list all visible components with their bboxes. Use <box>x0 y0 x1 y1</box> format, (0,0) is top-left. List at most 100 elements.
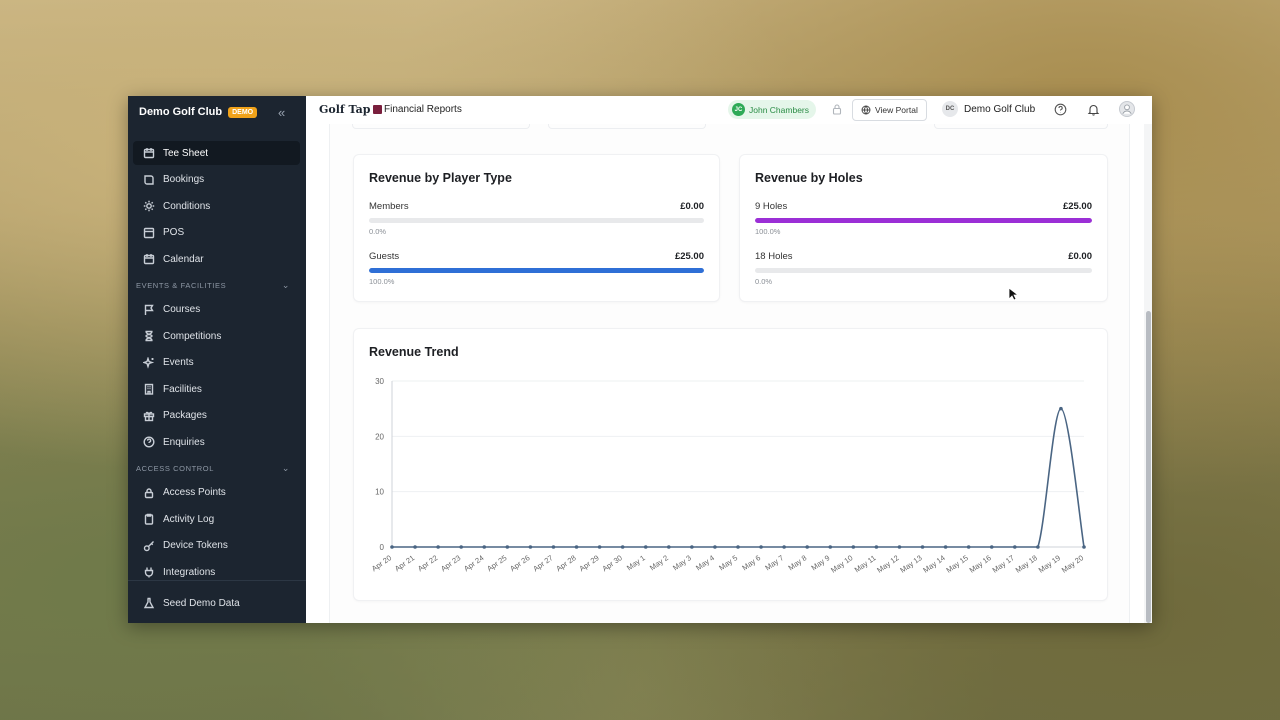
revenue-trend-chart: 0102030Apr 20 Apr 21 Apr 22 Apr 23 Apr 24 Apr… <box>370 377 1086 575</box>
data-point <box>574 545 579 549</box>
y-tick-label: 10 <box>375 488 384 497</box>
x-tick-label: May 7 <box>763 553 785 572</box>
key-icon <box>143 540 154 551</box>
data-point <box>920 545 925 549</box>
help-circle-icon[interactable] <box>1054 103 1067 116</box>
sidebar-item-label: Integrations <box>163 566 216 578</box>
x-tick-label: May 1 <box>625 553 647 572</box>
revenue-row-members: Members £0.00 0.0% <box>369 201 704 236</box>
sidebar-item-label: Courses <box>163 304 201 315</box>
sidebar-item-packages[interactable]: Packages <box>133 404 300 428</box>
club-avatar: DC <box>942 101 958 117</box>
summary-card-stub <box>352 124 530 129</box>
data-point <box>782 545 786 549</box>
sidebar-item-conditions[interactable]: Conditions <box>133 194 300 218</box>
sidebar-item-label: Events <box>163 357 194 368</box>
row-percent: 100.0% <box>755 227 781 236</box>
chevron-down-icon: ⌄ <box>281 463 290 473</box>
progress-track <box>369 268 704 273</box>
sidebar-item-label: Seed Demo Data <box>163 597 240 609</box>
x-tick-label: Apr 30 <box>601 553 624 573</box>
club-switcher-label: Demo Golf Club <box>964 103 1036 115</box>
summary-card-stub <box>934 124 1108 129</box>
row-percent: 100.0% <box>369 277 395 286</box>
data-point <box>897 545 902 549</box>
club-switcher[interactable]: DC Demo Golf Club <box>942 101 1035 117</box>
user-avatar-icon[interactable] <box>1119 101 1135 117</box>
sidebar-item-pos[interactable]: POS <box>133 221 300 245</box>
view-portal-button[interactable]: View Portal <box>852 99 927 121</box>
golf-tap-logo[interactable]: Golf Tap <box>319 103 383 116</box>
data-point <box>1036 545 1040 549</box>
revenue-trend-card: Revenue Trend 0 10 20 30 Apr 20 Apr 21 Apr 22 A… <box>353 328 1108 601</box>
demo-badge: DEMO <box>228 106 258 118</box>
progress-track <box>369 218 704 223</box>
sidebar-item-label: Calendar <box>163 253 204 265</box>
data-point <box>390 545 394 549</box>
row-amount: £0.00 <box>1068 251 1092 262</box>
y-tick-label: 20 <box>375 432 384 441</box>
sidebar-item-device-tokens[interactable]: Device Tokens <box>133 534 300 558</box>
page-title: Financial Reports <box>384 104 462 115</box>
data-point <box>1013 545 1017 549</box>
x-tick-label: May 9 <box>810 553 832 572</box>
bell-icon[interactable] <box>1087 103 1100 116</box>
data-point <box>667 545 671 549</box>
sidebar-item-tee-sheet[interactable]: Tee Sheet <box>133 141 300 165</box>
revenue-row-18-holes: 18 Holes £0.00 0.0% <box>755 251 1092 286</box>
data-point <box>505 545 510 549</box>
hourglass-icon <box>145 330 153 342</box>
x-tick-label: May 6 <box>740 553 762 572</box>
sidebar-item-competitions[interactable]: Competitions <box>133 324 300 348</box>
progress-fill <box>369 268 704 273</box>
sidebar-item-label: Activity Log <box>163 513 215 525</box>
sidebar-item-label: Enquiries <box>163 436 205 448</box>
sidebar-item-activity-log[interactable]: Activity Log <box>133 507 300 531</box>
row-label: Guests <box>369 251 400 262</box>
x-tick-label: May 8 <box>786 553 808 572</box>
sidebar-item-calendar[interactable]: Calendar <box>133 247 300 271</box>
lock-icon[interactable] <box>832 104 842 115</box>
data-point <box>597 545 602 549</box>
data-point <box>643 545 648 549</box>
data-point <box>736 545 740 549</box>
sidebar-brand[interactable]: Demo Golf Club DEMO <box>139 106 258 118</box>
clipboard-icon <box>144 513 154 525</box>
section-events-facilities[interactable]: EVENTS & FACILITIES ⌄ <box>133 274 300 298</box>
revenue-by-holes-card: Revenue by Holes 9 Holes £25.00 100.0% 1… <box>739 154 1108 302</box>
sidebar-item-facilities[interactable]: Facilities <box>133 377 300 401</box>
help-circle-icon <box>143 436 155 448</box>
collapse-sidebar-icon[interactable]: « <box>278 105 285 120</box>
x-tick-label: May 5 <box>717 553 739 572</box>
x-tick-label: May 15 <box>944 553 969 574</box>
book-icon <box>144 174 154 185</box>
sidebar-item-seed-demo-data[interactable]: Seed Demo Data <box>133 591 300 615</box>
section-access-control[interactable]: ACCESS CONTROL ⌄ <box>133 457 300 481</box>
x-tick-label: May 13 <box>898 553 923 574</box>
x-tick-label: May 19 <box>1037 553 1062 574</box>
nav-main: Tee Sheet Bookings Conditions POS Calend… <box>133 141 300 587</box>
sidebar-item-label: Packages <box>163 410 207 421</box>
row-amount: £0.00 <box>680 201 704 212</box>
chevron-down-icon: ⌄ <box>281 280 290 290</box>
sidebar-item-bookings[interactable]: Bookings <box>133 168 300 192</box>
sidebar-item-courses[interactable]: Courses <box>133 298 300 322</box>
sidebar-item-label: Facilities <box>163 383 202 395</box>
view-portal-label: View Portal <box>875 105 918 115</box>
sidebar-item-enquiries[interactable]: Enquiries <box>133 430 300 454</box>
sidebar-item-access-points[interactable]: Access Points <box>133 481 300 505</box>
card-title: Revenue by Holes <box>755 171 863 185</box>
progress-track <box>755 218 1092 223</box>
data-point <box>1059 406 1063 411</box>
card-title: Revenue by Player Type <box>369 171 512 185</box>
user-chip[interactable]: JC John Chambers <box>728 100 817 119</box>
sidebar-item-events[interactable]: Events <box>133 351 300 375</box>
x-tick-label: Apr 27 <box>531 553 554 573</box>
row-percent: 0.0% <box>755 277 773 286</box>
plug-icon <box>144 567 154 578</box>
x-tick-label: May 2 <box>648 553 670 572</box>
logo-text: Golf Tap <box>319 103 371 116</box>
scrollbar-thumb[interactable] <box>1146 311 1151 623</box>
x-tick-label: May 12 <box>875 553 900 574</box>
user-name: John Chambers <box>749 104 810 115</box>
